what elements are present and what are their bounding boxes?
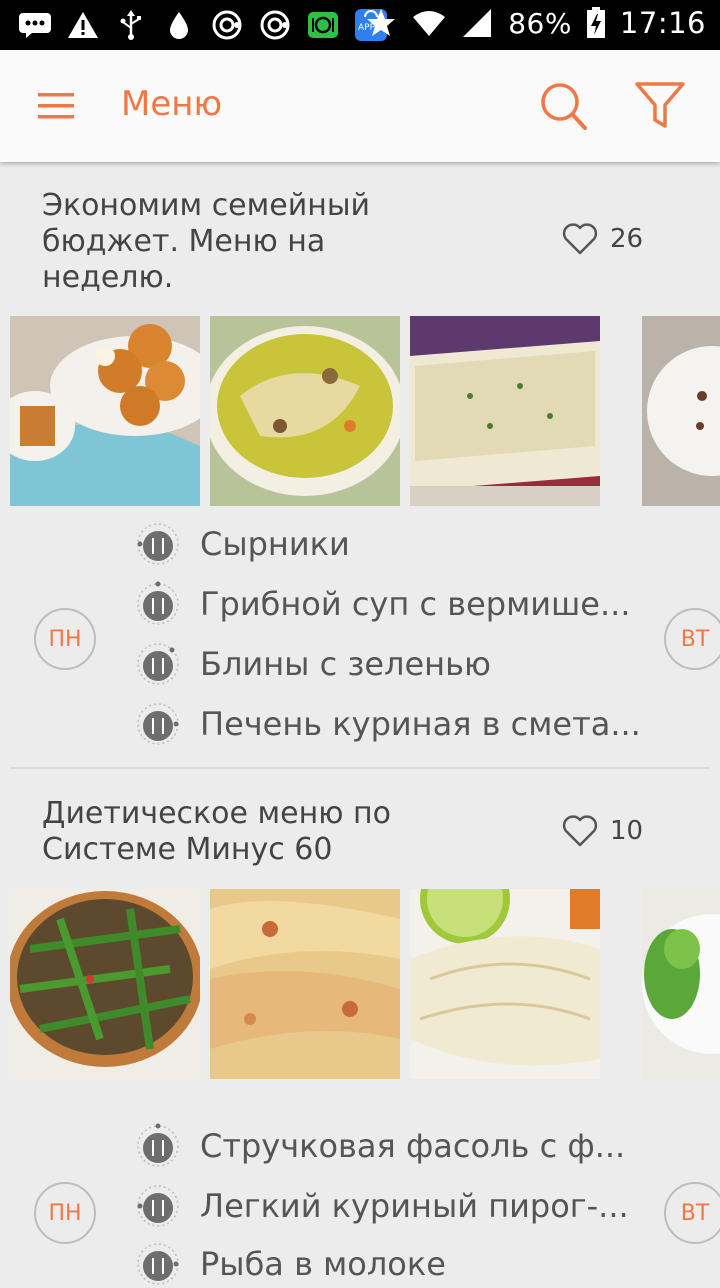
search-icon[interactable] (536, 76, 592, 136)
day-button-next[interactable]: ВТ (664, 1182, 720, 1244)
dish-photo-liver[interactable] (642, 316, 720, 506)
usb-icon (114, 8, 148, 42)
dish-photo-green-beans[interactable] (10, 889, 200, 1079)
like-button[interactable]: 26 (562, 222, 643, 256)
sync-icon (210, 8, 244, 42)
app-bar: Меню (0, 50, 720, 162)
snack-icon (137, 643, 179, 685)
dish-item[interactable]: Легкий куриный пирог-... (134, 1182, 629, 1230)
dish-item[interactable]: Рыба в молоке (134, 1240, 446, 1288)
clock: 17:16 (619, 6, 706, 40)
star-icon (364, 6, 398, 40)
dish-item[interactable]: Сырники (134, 520, 350, 568)
dish-name: Легкий куриный пирог-... (200, 1187, 629, 1225)
filter-icon[interactable] (632, 78, 688, 134)
dish-name: Блины с зеленью (200, 645, 491, 683)
drop-icon (162, 8, 196, 42)
signal-icon (460, 6, 494, 40)
divider (10, 767, 710, 769)
hamburger-menu-icon[interactable] (36, 90, 76, 122)
dish-name: Рыба в молоке (200, 1245, 446, 1283)
lunch-icon (137, 581, 179, 625)
dish-photo-pancakes-greens[interactable] (410, 316, 600, 506)
dish-item[interactable]: Грибной суп с вермише... (134, 580, 631, 628)
dish-name: Стручковая фасоль с ф... (200, 1127, 626, 1165)
breakfast-icon (137, 1123, 179, 1167)
wifi-icon (412, 6, 446, 40)
dish-name: Грибной суп с вермише... (200, 585, 631, 623)
dish-item[interactable]: Блины с зеленью (134, 640, 491, 688)
status-bar: APP 86% 17:16 (0, 0, 720, 50)
breakfast-icon (137, 523, 179, 565)
dinner-icon (137, 703, 179, 745)
dish-name: Печень куриная в смета... (200, 705, 641, 743)
day-button-current[interactable]: ПН (34, 1182, 96, 1244)
dish-photo-salad[interactable] (642, 889, 720, 1079)
dish-name: Сырники (200, 525, 350, 563)
dinner-icon (137, 1243, 179, 1285)
dish-item[interactable]: Печень куриная в смета... (134, 700, 641, 748)
battery-charging-icon (586, 6, 606, 40)
menu-card-title[interactable]: Диетическое меню по Системе Минус 60 (42, 796, 432, 868)
dish-photo-syrniki[interactable] (10, 316, 200, 506)
heart-icon (562, 815, 598, 847)
battery-percent: 86% (508, 6, 572, 40)
menu-card-title[interactable]: Экономим семейный бюджет. Меню на неделю… (42, 188, 432, 296)
day-button-current[interactable]: ПН (34, 608, 96, 670)
menu-card[interactable]: Диетическое меню по Системе Минус 60 10 (0, 770, 720, 1285)
like-button[interactable]: 10 (562, 814, 643, 848)
dish-photo-fish-milk[interactable] (410, 889, 600, 1079)
restaurant-app-icon (306, 8, 340, 42)
dish-item[interactable]: Стручковая фасоль с ф... (134, 1122, 625, 1170)
like-count: 10 (610, 816, 644, 846)
lunch-icon (137, 1185, 179, 1227)
sync-icon-2 (258, 8, 292, 42)
day-button-next[interactable]: ВТ (664, 608, 720, 670)
warning-icon (66, 8, 100, 42)
menu-card[interactable]: Экономим семейный бюджет. Меню на неделю… (0, 162, 720, 768)
dish-photo-mushroom-soup[interactable] (210, 316, 400, 506)
like-count: 26 (610, 224, 644, 254)
page-title: Меню (121, 84, 223, 124)
dish-photo-chicken-pie[interactable] (210, 889, 400, 1079)
heart-icon (562, 223, 598, 255)
messages-notification-icon (18, 8, 52, 42)
